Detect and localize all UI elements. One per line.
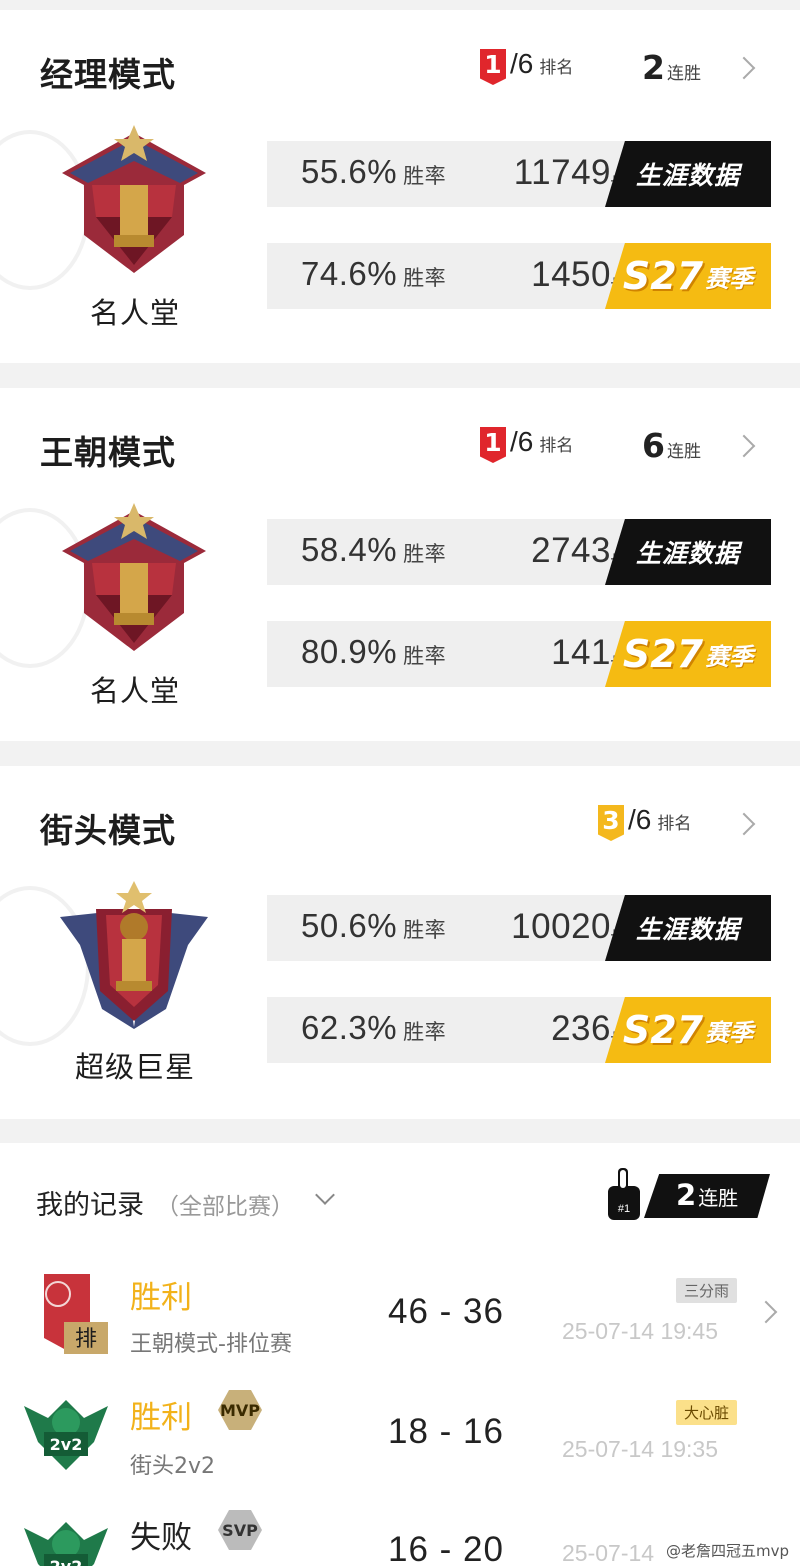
season-stats-row[interactable]: 80.9%胜率 141 场 S27赛季 xyxy=(267,621,771,687)
rank-total: /6 xyxy=(510,426,534,457)
icon-label: 排 xyxy=(75,1327,97,1352)
career-stats-row[interactable]: 58.4%胜率 2743 场 生涯数据 xyxy=(267,519,771,585)
career-stats-row[interactable]: 50.6%胜率 10020 场 生涯数据 xyxy=(267,895,771,961)
season-button[interactable]: S27 赛季 xyxy=(605,997,771,1063)
games-count: 10020 xyxy=(511,907,611,946)
rank-badge: 1 xyxy=(480,427,506,463)
svp-badge: SVP xyxy=(218,1510,262,1550)
streak-number: 2 xyxy=(642,48,665,87)
season-stats-row[interactable]: 74.6%胜率 1450 场 S27赛季 xyxy=(267,243,771,309)
rank-badge: 3 xyxy=(598,805,624,841)
match-result: 胜利 xyxy=(130,1400,192,1436)
match-tag: 三分雨 xyxy=(676,1278,738,1303)
games-count: 2743 xyxy=(531,531,611,570)
hall-of-fame-emblem-icon xyxy=(62,125,206,273)
rank-total: /6 xyxy=(628,804,652,835)
tier-label: 超级巨星 xyxy=(74,1050,195,1084)
chevron-right-icon[interactable] xyxy=(732,812,756,836)
career-data-button[interactable]: 生涯数据 xyxy=(605,895,771,961)
tier-label: 名人堂 xyxy=(89,674,180,708)
watermark-credit: @老詹四冠五mvp xyxy=(666,1542,790,1560)
career-data-button[interactable]: 生涯数据 xyxy=(605,519,771,585)
streak-label: 连胜 xyxy=(666,442,701,462)
records-filter-dropdown[interactable]: （全部比赛） xyxy=(156,1194,294,1220)
rank-label: 排名 xyxy=(657,814,692,834)
match-time: 25-07-14 19:35 xyxy=(562,1436,719,1462)
hall-of-fame-emblem-icon xyxy=(62,503,206,651)
games-count: 11749 xyxy=(513,153,611,192)
streak-banner-text: 2 连胜 xyxy=(676,1178,739,1212)
match-mode: 街头2v2 xyxy=(130,1454,216,1479)
mode-card-street[interactable]: 街头模式 3 /6 排名 超级巨星 50.6%胜率 10020 场 生涯数据 6… xyxy=(0,766,800,1119)
rank-label: 排名 xyxy=(539,58,574,78)
win-streak: 6 连胜 xyxy=(642,426,701,465)
match-time: 25-07-14 19:45 xyxy=(562,1318,719,1344)
streak-banner: #1 2 连胜 xyxy=(604,1168,770,1220)
match-mode: 王朝模式-排位赛 xyxy=(130,1332,292,1357)
mode-title: 经理模式 xyxy=(40,55,176,94)
mode-card-dynasty[interactable]: 王朝模式 1 /6 排名 6 连胜 名人堂 58.4%胜率 2743 场 生涯数… xyxy=(0,388,800,741)
win-rate: 80.9% 胜率 xyxy=(301,633,447,670)
streak-label: 连胜 xyxy=(666,64,701,84)
games-count: 236 xyxy=(551,1009,611,1048)
records-title: 我的记录 （全部比赛） xyxy=(36,1190,294,1221)
match-tag: 大心脏 xyxy=(676,1400,738,1425)
match-result: 胜利 xyxy=(130,1280,192,1316)
rank-indicator: 1 /6 排名 xyxy=(480,48,573,85)
match-time: 25-07-14 xyxy=(562,1540,655,1566)
career-data-button[interactable]: 生涯数据 xyxy=(605,141,771,207)
season-stats-row[interactable]: 62.3%胜率 236 场 S27赛季 xyxy=(267,997,771,1063)
streak-number: 6 xyxy=(642,426,665,465)
match-score: 16 - 20 xyxy=(388,1530,504,1566)
match-score: 18 - 16 xyxy=(388,1412,504,1451)
win-streak: 2 连胜 xyxy=(642,48,701,87)
match-result: 失败 xyxy=(130,1520,192,1556)
career-stats-row[interactable]: 55.6%胜率 11749 场 生涯数据 xyxy=(267,141,771,207)
icon-label: 2v2 xyxy=(50,1557,83,1566)
match-score: 46 - 36 xyxy=(388,1292,504,1331)
rank-total: /6 xyxy=(510,48,534,79)
win-rate: 58.4% 胜率 xyxy=(301,531,447,568)
win-rate: 74.6% 胜率 xyxy=(301,255,447,292)
mode-title: 街头模式 xyxy=(40,811,176,850)
rank-indicator: 3 /6 排名 xyxy=(598,804,691,841)
chevron-right-icon[interactable] xyxy=(754,1300,778,1324)
games-count: 141 xyxy=(551,633,611,672)
ranked-match-icon: 排 xyxy=(44,1274,108,1354)
rank-indicator: 1 /6 排名 xyxy=(480,426,573,463)
superstar-emblem-icon xyxy=(60,881,208,1029)
match-row[interactable]: 2v2 胜利 MVP 街头2v2 18 - 16 大心脏 25-07-14 19… xyxy=(0,1378,800,1496)
rank-badge: 1 xyxy=(480,49,506,85)
season-button[interactable]: S27 赛季 xyxy=(605,243,771,309)
chevron-right-icon[interactable] xyxy=(732,434,756,458)
mvp-badge: MVP xyxy=(218,1390,262,1430)
win-rate: 50.6% 胜率 xyxy=(301,907,447,944)
mode-title: 王朝模式 xyxy=(40,433,176,472)
mode-card-manager[interactable]: 经理模式 1 /6 排名 2 连胜 名人堂 55.6%胜率 11749 场 生涯… xyxy=(0,10,800,363)
win-rate: 62.3% 胜率 xyxy=(301,1009,447,1046)
match-row[interactable]: 排 胜利 王朝模式-排位赛 46 - 36 三分雨 25-07-14 19:45 xyxy=(0,1256,800,1374)
rank-label: 排名 xyxy=(539,436,574,456)
season-button[interactable]: S27 赛季 xyxy=(605,621,771,687)
street-2v2-icon: 2v2 xyxy=(24,1522,108,1566)
tier-label: 名人堂 xyxy=(89,296,180,330)
games-count: 1450 xyxy=(531,255,611,294)
win-rate: 55.6% 胜率 xyxy=(301,153,447,190)
icon-label: 2v2 xyxy=(50,1435,83,1454)
street-2v2-icon: 2v2 xyxy=(24,1400,108,1470)
chevron-right-icon[interactable] xyxy=(732,56,756,80)
badge-text: #1 xyxy=(618,1203,630,1215)
foam-finger-icon: #1 xyxy=(608,1168,640,1220)
